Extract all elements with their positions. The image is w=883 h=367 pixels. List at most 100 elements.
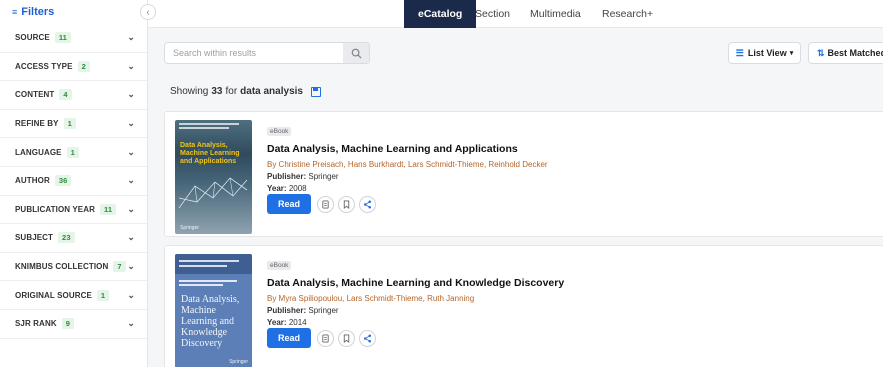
list-icon: ☰ — [735, 47, 744, 58]
result-actions: Read — [267, 328, 380, 348]
summary-prefix: Showing — [170, 86, 209, 97]
chevron-down-icon: ⌄ — [127, 175, 135, 186]
document-icon — [322, 199, 329, 209]
facet-count-badge: 11 — [99, 203, 117, 215]
facet-label: LANGUAGE — [15, 147, 62, 157]
publisher-label: Publisher: — [267, 306, 307, 315]
result-card: Data Analysis, Machine Learning and Appl… — [164, 111, 883, 237]
cite-button[interactable] — [317, 329, 334, 347]
chevron-down-icon: ⌄ — [127, 261, 135, 272]
facet-label: CONTENT — [15, 90, 55, 100]
facet-label: ACCESS TYPE — [15, 61, 73, 71]
chevron-down-icon: ⌄ — [127, 60, 135, 71]
collapse-sidebar-button[interactable]: ‹ — [140, 4, 156, 20]
share-icon — [363, 200, 372, 208]
bookmark-button[interactable] — [338, 195, 355, 213]
facet-source[interactable]: SOURCE 11 ⌄ — [0, 24, 147, 53]
result-meta: eBook Data Analysis, Machine Learning an… — [267, 254, 867, 327]
bookmark-icon — [343, 199, 350, 209]
search-within-results — [164, 42, 370, 64]
facet-count-badge: 4 — [59, 89, 72, 101]
type-badge: eBook — [267, 261, 292, 270]
facet-label: KNIMBUS COLLECTION — [15, 262, 109, 272]
search-input[interactable] — [165, 43, 345, 63]
summary-mid: for — [225, 86, 238, 97]
tab-multimedia[interactable]: Multimedia — [530, 0, 581, 28]
cover-graphic — [178, 177, 248, 209]
facet-label: REFINE BY — [15, 119, 59, 129]
facet-publication-year[interactable]: PUBLICATION YEAR 11 ⌄ — [0, 196, 147, 225]
search-icon — [351, 48, 362, 59]
result-title[interactable]: Data Analysis, Machine Learning and Appl… — [267, 143, 867, 155]
result-authors[interactable]: By Myra Spiliopoulou, Lars Schmidt-Thiem… — [267, 294, 867, 303]
facet-label: PUBLICATION YEAR — [15, 204, 95, 214]
filters-header[interactable]: ≡ Filters — [0, 0, 147, 24]
search-button[interactable] — [343, 43, 369, 63]
publisher-label: Publisher: — [267, 172, 307, 181]
facet-count-badge: 36 — [54, 175, 72, 187]
facet-knimbus-collection[interactable]: KNIMBUS COLLECTION 7 ⌄ — [0, 253, 147, 282]
facet-content[interactable]: CONTENT 4 ⌄ — [0, 81, 147, 110]
facet-count-badge: 11 — [54, 32, 71, 44]
bookmark-icon — [343, 333, 350, 343]
chevron-down-icon: ⌄ — [127, 146, 135, 157]
sort-dropdown[interactable]: ⇅ Best Matched — [808, 42, 883, 64]
chevron-down-icon: ⌄ — [127, 289, 135, 300]
facet-language[interactable]: LANGUAGE 1 ⌄ — [0, 138, 147, 167]
results-summary: Showing 33 for data analysis — [170, 86, 321, 97]
tab-ecatalog[interactable]: eCatalog — [404, 0, 477, 28]
share-button[interactable] — [359, 195, 376, 213]
facet-original-source[interactable]: ORIGINAL SOURCE 1 ⌄ — [0, 281, 147, 310]
result-title[interactable]: Data Analysis, Machine Learning and Know… — [267, 277, 867, 289]
sort-icon: ⇅ — [817, 47, 825, 58]
document-icon — [322, 333, 329, 343]
publisher-line: Publisher: Springer — [267, 172, 867, 181]
result-authors[interactable]: By Christine Preisach, Hans Burkhardt, L… — [267, 160, 867, 169]
read-button[interactable]: Read — [267, 328, 311, 348]
save-search-icon[interactable] — [310, 86, 321, 97]
facet-refine-by[interactable]: REFINE BY 1 ⌄ — [0, 110, 147, 139]
catalog-tabs: eCatalog Section Multimedia Research+ — [148, 0, 883, 28]
chevron-down-icon: ⌄ — [127, 118, 135, 129]
cover-title: Data Analysis, Machine Learning and Appl… — [180, 142, 240, 165]
result-count: 33 — [211, 86, 223, 97]
facet-label: SOURCE — [15, 33, 50, 43]
chevron-down-icon: ⌄ — [127, 32, 135, 43]
filters-sidebar: ≡ Filters SOURCE 11 ⌄ ACCESS TYPE 2 ⌄ CO… — [0, 0, 148, 367]
result-actions: Read — [267, 194, 380, 214]
cite-button[interactable] — [317, 195, 334, 213]
chevron-down-icon: ⌄ — [127, 89, 135, 100]
facet-subject[interactable]: SUBJECT 23 ⌄ — [0, 224, 147, 253]
facet-count-badge: 23 — [58, 232, 75, 244]
year-line: Year: 2008 — [267, 184, 867, 193]
chevron-down-icon: ⌄ — [127, 203, 135, 214]
tab-research-plus[interactable]: Research+ — [602, 0, 653, 28]
share-button[interactable] — [359, 329, 376, 347]
year-value: 2008 — [288, 184, 307, 193]
chevron-left-icon: ‹ — [146, 6, 150, 18]
list-view-label: List View — [747, 48, 787, 58]
facet-count-badge: 2 — [77, 60, 90, 72]
year-line: Year: 2014 — [267, 318, 867, 327]
caret-down-icon: ▾ — [789, 50, 794, 57]
year-label: Year: — [267, 184, 287, 193]
facet-author[interactable]: AUTHOR 36 ⌄ — [0, 167, 147, 196]
chevron-down-icon: ⌄ — [127, 318, 135, 329]
facet-label: SJR RANK — [15, 319, 57, 329]
facet-count-badge: 7 — [113, 261, 126, 273]
book-cover[interactable]: Data Analysis, Machine Learning and Appl… — [175, 120, 252, 234]
facet-access-type[interactable]: ACCESS TYPE 2 ⌄ — [0, 53, 147, 82]
bookmark-button[interactable] — [338, 329, 355, 347]
book-cover[interactable]: Data Analysis, Machine Learning and Know… — [175, 254, 252, 367]
facet-label: AUTHOR — [15, 176, 50, 186]
year-value: 2014 — [288, 318, 307, 327]
facet-sjr-rank[interactable]: SJR RANK 9 ⌄ — [0, 310, 147, 339]
read-button[interactable]: Read — [267, 194, 311, 214]
filters-title: Filters — [21, 6, 55, 18]
app-root: ≡ Filters SOURCE 11 ⌄ ACCESS TYPE 2 ⌄ CO… — [0, 0, 883, 367]
chevron-down-icon: ⌄ — [127, 232, 135, 243]
tab-section[interactable]: Section — [475, 0, 510, 28]
share-icon — [363, 334, 372, 342]
list-view-button[interactable]: ☰ List View ▾ — [728, 42, 801, 64]
type-badge: eBook — [267, 127, 292, 136]
